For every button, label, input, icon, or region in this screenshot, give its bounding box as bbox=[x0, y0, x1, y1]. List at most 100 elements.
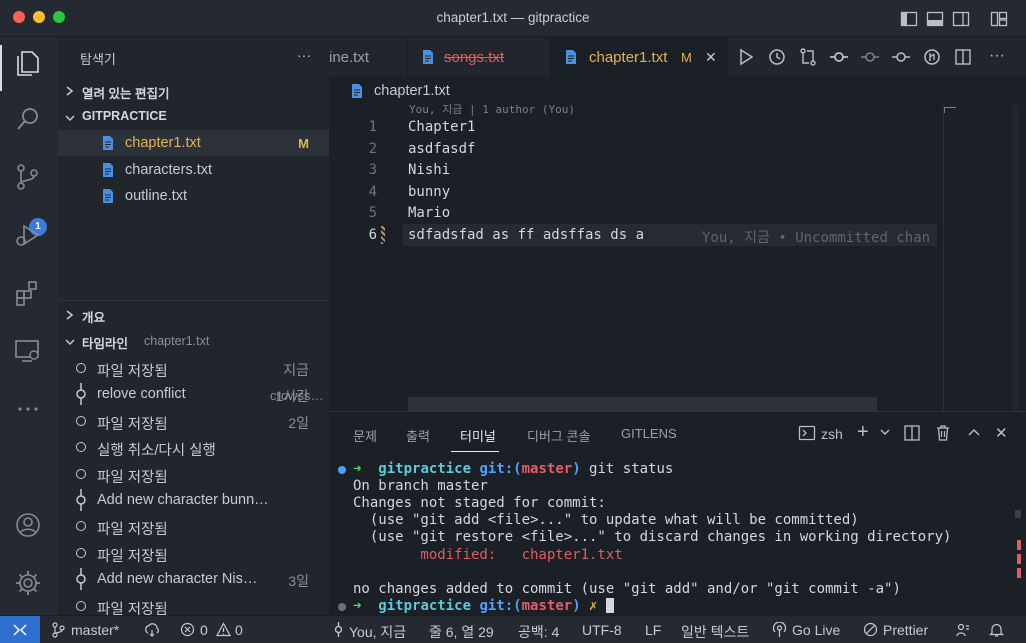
vertical-scrollbar[interactable] bbox=[1012, 105, 1018, 411]
text-file-icon bbox=[422, 49, 434, 68]
trash-icon[interactable] bbox=[934, 424, 952, 445]
close-tab-button[interactable]: ✕ bbox=[705, 49, 717, 66]
account-icon[interactable] bbox=[12, 509, 46, 543]
history-icon[interactable] bbox=[767, 47, 787, 67]
toggle-panel-icon[interactable] bbox=[926, 10, 944, 28]
text-file-icon bbox=[102, 162, 114, 178]
customize-layout-icon[interactable] bbox=[990, 10, 1008, 28]
more-editor-actions-icon[interactable]: ··· bbox=[989, 47, 1009, 67]
file-item-characters[interactable]: characters.txt bbox=[58, 157, 329, 183]
timeline-item[interactable]: 실행 취소/다시 실행 bbox=[58, 434, 329, 460]
cursor-position[interactable]: 줄 6, 열 29 bbox=[429, 622, 494, 642]
gitlens-inspect-icon[interactable] bbox=[922, 47, 942, 67]
warning-icon[interactable] bbox=[215, 622, 232, 640]
commit-icon[interactable] bbox=[860, 47, 880, 67]
prompt-git: ) bbox=[572, 461, 581, 477]
previous-commit-icon[interactable] bbox=[829, 47, 849, 67]
text-file-icon bbox=[102, 188, 114, 204]
encoding[interactable]: UTF-8 bbox=[582, 622, 622, 638]
file-item-chapter1[interactable]: chapter1.txt M bbox=[58, 130, 329, 156]
timeline-item[interactable]: relove conflict crowss… 1시간 bbox=[58, 381, 329, 407]
close-panel-icon[interactable]: ✕ bbox=[995, 424, 1008, 442]
timeline-label: 파일 저장됨 bbox=[97, 548, 168, 565]
search-icon[interactable] bbox=[12, 103, 46, 137]
split-editor-icon[interactable] bbox=[953, 47, 973, 67]
toggle-secondary-sidebar-icon[interactable] bbox=[952, 10, 970, 28]
warning-count: 0 bbox=[235, 622, 243, 638]
toggle-sidebar-icon[interactable] bbox=[900, 10, 918, 28]
sync-icon[interactable] bbox=[144, 622, 160, 641]
git-codelens[interactable]: You, 지금 | 1 author (You) bbox=[409, 101, 575, 117]
chevron-down-icon bbox=[64, 335, 76, 350]
timeline-item[interactable]: 파일 저장됨 bbox=[58, 513, 329, 539]
command-status-dot[interactable] bbox=[338, 602, 346, 611]
line-blame[interactable]: You, 지금 bbox=[349, 622, 406, 642]
terminal-shell-icon[interactable] bbox=[798, 424, 816, 445]
remote-indicator[interactable] bbox=[0, 616, 40, 643]
command-status-dot[interactable] bbox=[338, 466, 346, 474]
settings-gear-icon[interactable] bbox=[12, 567, 46, 601]
prompt-branch: master bbox=[521, 597, 573, 614]
tab-problems[interactable]: 문제 bbox=[353, 426, 377, 445]
timeline-item[interactable]: 파일 저장됨 bbox=[58, 540, 329, 566]
run-icon[interactable] bbox=[736, 47, 756, 67]
prompt-directory: gitpractice bbox=[378, 597, 472, 614]
file-save-icon bbox=[76, 468, 86, 479]
open-editors-section[interactable]: 열려 있는 편집기 bbox=[58, 78, 329, 104]
window-title: chapter1.txt — gitpractice bbox=[436, 10, 590, 25]
scroll-marker bbox=[1017, 554, 1021, 564]
indentation[interactable]: 공백: 4 bbox=[518, 622, 559, 642]
breadcrumb-file[interactable]: chapter1.txt bbox=[374, 83, 450, 99]
chevron-down-icon[interactable] bbox=[879, 425, 891, 441]
error-count: 0 bbox=[200, 622, 208, 638]
end-of-line[interactable]: LF bbox=[645, 622, 661, 638]
terminal-shell-name[interactable]: zsh bbox=[821, 426, 843, 442]
horizontal-scrollbar[interactable] bbox=[408, 397, 877, 411]
timeline-item[interactable]: Add new character Nis… 3일 bbox=[58, 566, 329, 592]
go-live-button[interactable]: Go Live bbox=[792, 622, 840, 638]
terminal-line: On branch master bbox=[353, 478, 488, 495]
terminal-command: git status bbox=[580, 461, 674, 477]
maximize-panel-icon[interactable] bbox=[965, 424, 983, 445]
timeline-item[interactable]: 파일 저장됨 지금 bbox=[58, 355, 329, 381]
prettier-status[interactable]: Prettier bbox=[883, 622, 928, 638]
tab-outline[interactable]: ine.txt bbox=[329, 37, 408, 77]
timeline-item[interactable]: Add new character bunn… bbox=[58, 487, 329, 513]
timeline-time: 2일 bbox=[288, 414, 309, 431]
tab-debug-console[interactable]: 디버그 콘솔 bbox=[527, 426, 590, 445]
timeline-item[interactable]: 파일 저장됨 2일 bbox=[58, 408, 329, 434]
branch-name[interactable]: master* bbox=[71, 622, 119, 638]
prompt-git: git:( bbox=[479, 461, 522, 477]
prompt-arrow-icon: ➜ bbox=[353, 461, 379, 477]
folder-section[interactable]: GITPRACTICE bbox=[58, 104, 329, 130]
tab-output[interactable]: 출력 bbox=[406, 426, 430, 445]
language-mode[interactable]: 일반 텍스트 bbox=[681, 622, 749, 642]
tab-terminal[interactable]: 터미널 bbox=[460, 426, 496, 445]
remote-explorer-icon[interactable] bbox=[12, 335, 46, 369]
tab-chapter1[interactable]: chapter1.txt M ✕ bbox=[551, 37, 728, 77]
run-debug-icon[interactable] bbox=[12, 219, 46, 253]
outline-section[interactable]: 개요 bbox=[58, 302, 329, 328]
file-save-icon bbox=[76, 442, 86, 453]
tab-gitlens[interactable]: GITLENS bbox=[621, 426, 677, 441]
split-terminal-icon[interactable] bbox=[903, 424, 921, 445]
next-commit-icon[interactable] bbox=[891, 47, 911, 67]
tab-songs[interactable]: songs.txt bbox=[408, 37, 551, 77]
minimap-slider[interactable] bbox=[944, 107, 956, 113]
source-control-icon[interactable] bbox=[12, 161, 46, 195]
bell-icon[interactable] bbox=[989, 622, 1004, 641]
new-terminal-icon[interactable]: + bbox=[857, 421, 869, 444]
timeline-file: chapter1.txt bbox=[144, 334, 210, 348]
timeline-section[interactable]: 타임라인 chapter1.txt bbox=[58, 328, 329, 354]
code-editor[interactable]: You, 지금 | 1 author (You) 1 Chapter1 2 asdfa… bbox=[329, 103, 1026, 411]
more-icon[interactable] bbox=[12, 393, 46, 427]
extensions-icon[interactable] bbox=[12, 277, 46, 311]
timeline-label: 파일 저장됨 bbox=[97, 416, 168, 433]
feedback-icon[interactable] bbox=[955, 622, 971, 641]
explorer-icon[interactable] bbox=[12, 47, 46, 81]
file-item-outline[interactable]: outline.txt bbox=[58, 183, 329, 209]
error-icon[interactable] bbox=[180, 622, 195, 640]
compare-changes-icon[interactable] bbox=[798, 47, 818, 67]
more-actions-button[interactable]: ··· bbox=[297, 47, 311, 63]
timeline-item[interactable]: 파일 저장됨 bbox=[58, 461, 329, 487]
